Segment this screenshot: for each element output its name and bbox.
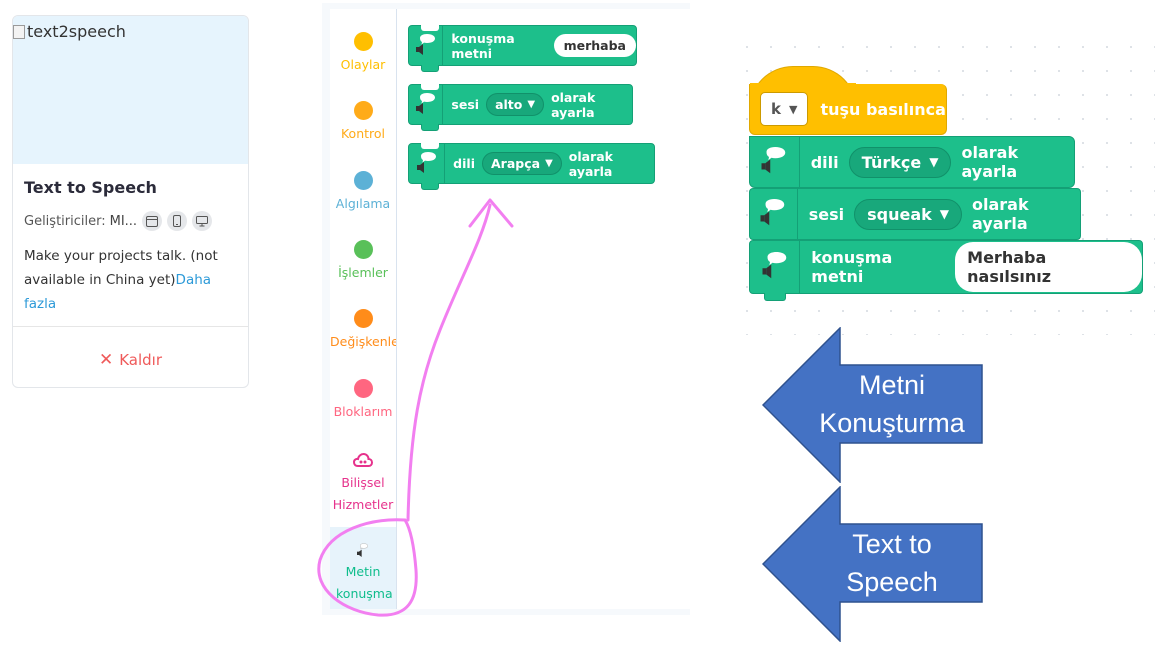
block-label: sesi (808, 204, 845, 224)
block-bottom-notch (764, 293, 786, 301)
callout-line: Speech (846, 567, 938, 597)
set-voice-script-block[interactable]: sesi squeak ▼ olarak ayarla (749, 188, 1081, 240)
speaker-icon (750, 189, 798, 239)
when-key-pressed-block[interactable]: k ▼ tuşu basılınca (749, 66, 947, 136)
text-input[interactable]: Merhaba nasılsınız (955, 242, 1142, 292)
block-suffix: olarak ayarla (961, 143, 1019, 181)
dropdown-arrow-icon: ▼ (929, 155, 939, 169)
voice-dropdown[interactable]: squeak ▼ (854, 198, 962, 230)
callout-text-1: Metni Konuşturma (802, 366, 982, 442)
key-dropdown[interactable]: k ▼ (760, 92, 809, 126)
dropdown-arrow-icon: ▼ (788, 102, 798, 116)
voice-value: squeak (867, 204, 932, 224)
language-value: Türkçe (861, 152, 922, 172)
callout-line: Konuşturma (819, 408, 965, 438)
speaker-icon (750, 241, 801, 293)
block-suffix: olarak ayarla (972, 195, 1029, 233)
speaker-icon (750, 137, 800, 187)
callout-line: Metni (858, 370, 926, 400)
hat-join (750, 83, 856, 89)
language-dropdown[interactable]: Türkçe ▼ (848, 146, 952, 178)
dropdown-arrow-icon: ▼ (939, 207, 949, 221)
hat-body: k ▼ tuşu basılınca (749, 84, 947, 135)
speak-text-script-block[interactable]: konuşma metni Merhaba nasılsınız (749, 240, 1143, 301)
block-label: dili (810, 152, 839, 172)
key-value: k (771, 100, 781, 118)
hat-label: tuşu basılınca (820, 99, 946, 119)
set-language-script-block[interactable]: dili Türkçe ▼ olarak ayarla (749, 136, 1075, 188)
annotation-circle (317, 518, 418, 617)
callout-line: Text to (852, 529, 932, 559)
block-label: konuşma metni (811, 248, 893, 286)
annotation-arrow (406, 203, 492, 522)
callout-text-2: Text to Speech (802, 525, 982, 601)
